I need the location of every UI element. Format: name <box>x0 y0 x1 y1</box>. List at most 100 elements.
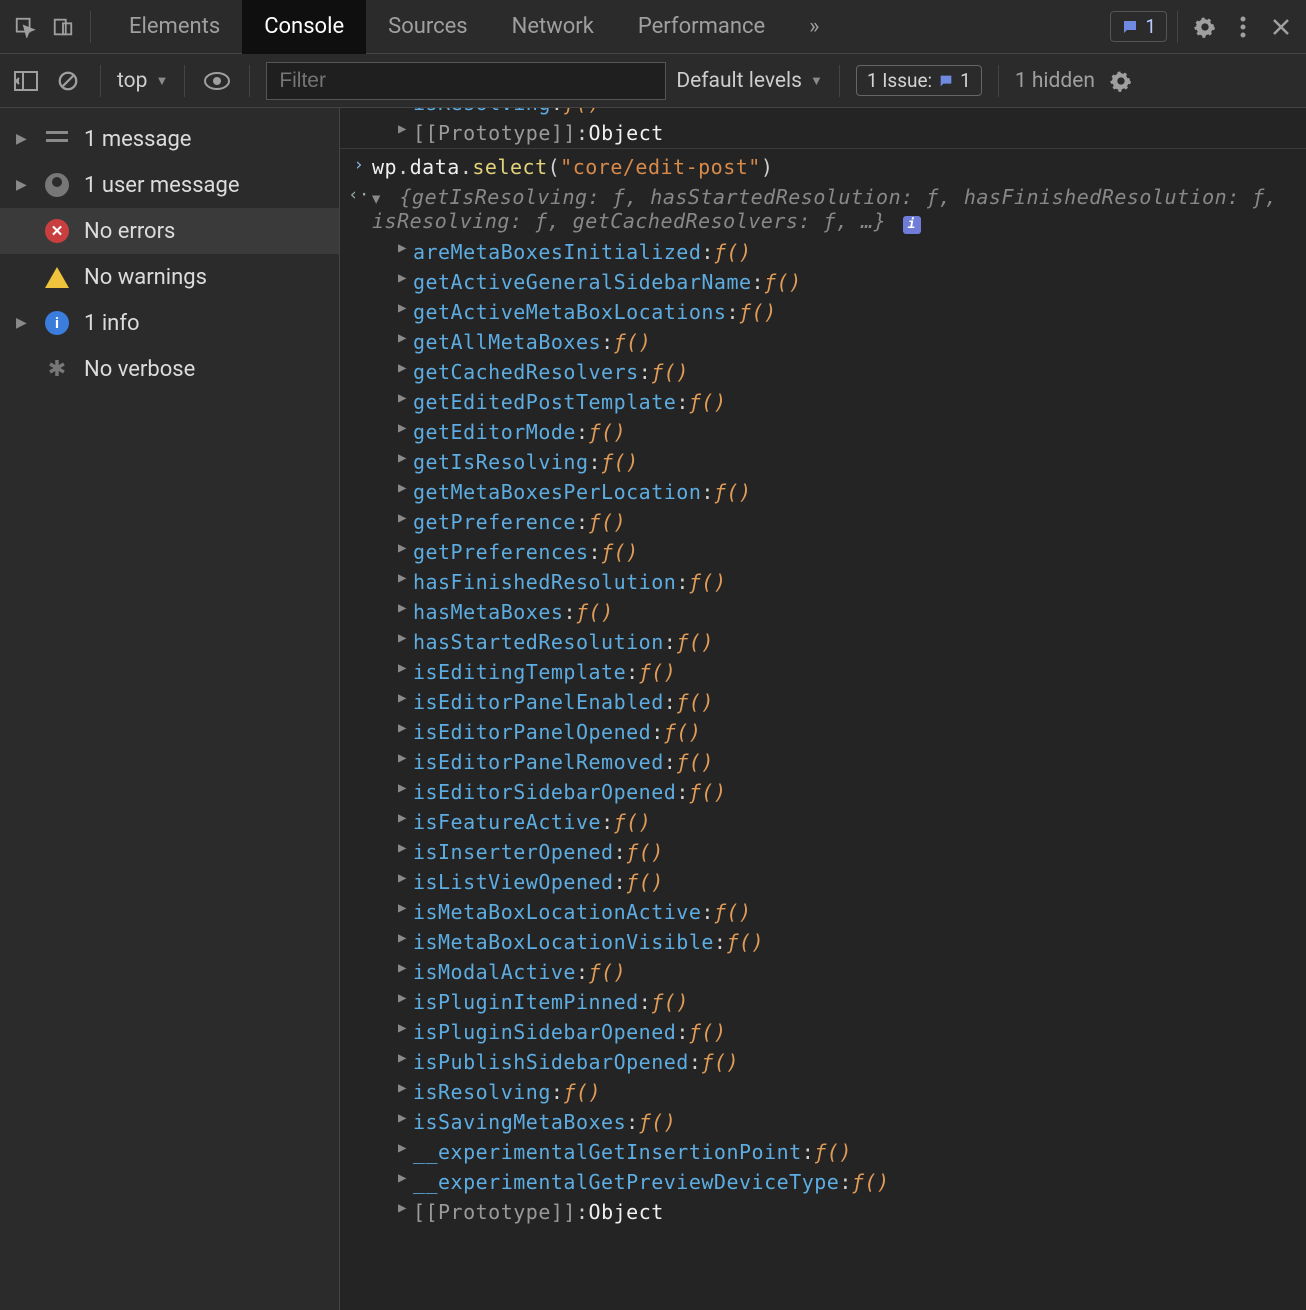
kebab-menu-icon[interactable] <box>1226 10 1260 44</box>
sidebar-toggle-icon[interactable] <box>10 65 42 97</box>
clear-console-icon[interactable] <box>52 65 84 97</box>
object-property-row[interactable]: ▶isFeatureActive: ƒ () <box>340 807 1306 837</box>
object-property-row[interactable]: ▶isEditingTemplate: ƒ () <box>340 657 1306 687</box>
tab-elements[interactable]: Elements <box>107 0 242 54</box>
object-property-row[interactable]: ▶isSavingMetaBoxes: ƒ () <box>340 1107 1306 1137</box>
console-result[interactable]: ‹· ▶ {getIsResolving: ƒ, hasStartedResol… <box>340 182 1306 237</box>
disclosure-triangle-icon[interactable]: ▶ <box>398 510 407 526</box>
object-property-row[interactable]: ▶isPluginSidebarOpened: ƒ () <box>340 1017 1306 1047</box>
device-toolbar-icon[interactable] <box>46 10 80 44</box>
object-property-row[interactable]: ▶ isResolving: ƒ () <box>340 108 1306 118</box>
settings-icon[interactable] <box>1188 10 1222 44</box>
sidebar-filter-item[interactable]: No warnings <box>0 254 339 300</box>
disclosure-triangle-icon[interactable]: ▶ <box>16 315 30 331</box>
disclosure-triangle-icon[interactable]: ▶ <box>398 360 407 376</box>
object-property-row[interactable]: ▶getCachedResolvers: ƒ () <box>340 357 1306 387</box>
messages-badge[interactable]: 1 <box>1110 11 1167 42</box>
object-property-row[interactable]: ▶isEditorSidebarOpened: ƒ () <box>340 777 1306 807</box>
object-property-row[interactable]: ▶isEditorPanelEnabled: ƒ () <box>340 687 1306 717</box>
object-property-row[interactable]: ▶areMetaBoxesInitialized: ƒ () <box>340 237 1306 267</box>
object-property-row[interactable]: ▶getActiveMetaBoxLocations: ƒ () <box>340 297 1306 327</box>
object-property-row[interactable]: ▶isMetaBoxLocationActive: ƒ () <box>340 897 1306 927</box>
object-property-row[interactable]: ▶isResolving: ƒ () <box>340 1077 1306 1107</box>
object-property-row[interactable]: ▶__experimentalGetInsertionPoint: ƒ () <box>340 1137 1306 1167</box>
tab-performance[interactable]: Performance <box>616 0 787 54</box>
object-property-row[interactable]: ▶getEditorMode: ƒ () <box>340 417 1306 447</box>
disclosure-triangle-icon[interactable]: ▶ <box>398 1200 407 1216</box>
disclosure-triangle-icon[interactable]: ▶ <box>398 1020 407 1036</box>
inspect-element-icon[interactable] <box>8 10 42 44</box>
object-property-row[interactable]: ▶getAllMetaBoxes: ƒ () <box>340 327 1306 357</box>
disclosure-triangle-icon[interactable]: ▶ <box>398 1170 407 1186</box>
disclosure-triangle-icon[interactable]: ▶ <box>398 960 407 976</box>
tab-network[interactable]: Network <box>490 0 616 54</box>
object-property-row[interactable]: ▶getIsResolving: ƒ () <box>340 447 1306 477</box>
context-selector[interactable]: top ▼ <box>117 69 168 93</box>
disclosure-triangle-icon[interactable]: ▶ <box>398 330 407 346</box>
disclosure-triangle-icon[interactable]: ▶ <box>398 720 407 736</box>
disclosure-triangle-icon[interactable]: ▶ <box>398 300 407 316</box>
disclosure-triangle-icon[interactable]: ▶ <box>398 600 407 616</box>
tab-console[interactable]: Console <box>242 0 366 54</box>
console-settings-icon[interactable] <box>1105 65 1137 97</box>
object-property-row[interactable]: ▶getActiveGeneralSidebarName: ƒ () <box>340 267 1306 297</box>
live-expression-icon[interactable] <box>201 65 233 97</box>
disclosure-triangle-icon[interactable]: ▶ <box>398 660 407 676</box>
disclosure-triangle-icon[interactable]: ▶ <box>16 177 30 193</box>
object-property-row[interactable]: ▶isEditorPanelOpened: ƒ () <box>340 717 1306 747</box>
object-property-row[interactable]: ▶isInserterOpened: ƒ () <box>340 837 1306 867</box>
disclosure-triangle-icon[interactable]: ▶ <box>398 420 407 436</box>
object-property-row[interactable]: ▶isEditorPanelRemoved: ƒ () <box>340 747 1306 777</box>
object-prototype-row[interactable]: ▶ [[Prototype]]: Object <box>340 118 1306 148</box>
tab-overflow[interactable]: » <box>787 0 839 54</box>
object-property-row[interactable]: ▶isListViewOpened: ƒ () <box>340 867 1306 897</box>
sidebar-filter-item[interactable]: ▶1 user message <box>0 162 339 208</box>
disclosure-triangle-icon[interactable]: ▶ <box>398 121 407 137</box>
disclosure-triangle-icon[interactable]: ▶ <box>398 870 407 886</box>
object-property-row[interactable]: ▶hasFinishedResolution: ƒ () <box>340 567 1306 597</box>
sidebar-filter-item[interactable]: ▶i1 info <box>0 300 339 346</box>
disclosure-triangle-icon[interactable]: ▶ <box>398 900 407 916</box>
disclosure-triangle-icon[interactable]: ▶ <box>398 540 407 556</box>
disclosure-triangle-icon[interactable]: ▶ <box>398 990 407 1006</box>
object-property-row[interactable]: ▶getEditedPostTemplate: ƒ () <box>340 387 1306 417</box>
disclosure-triangle-icon[interactable]: ▶ <box>398 450 407 466</box>
disclosure-triangle-icon[interactable]: ▶ <box>398 390 407 406</box>
object-property-row[interactable]: ▶getPreferences: ƒ () <box>340 537 1306 567</box>
tab-sources[interactable]: Sources <box>366 0 490 54</box>
hidden-count[interactable]: 1 hidden <box>1015 69 1095 93</box>
filter-input[interactable] <box>266 62 666 100</box>
disclosure-triangle-icon[interactable]: ▶ <box>398 750 407 766</box>
object-property-row[interactable]: ▶hasStartedResolution: ƒ () <box>340 627 1306 657</box>
object-property-row[interactable]: ▶getPreference: ƒ () <box>340 507 1306 537</box>
object-property-row[interactable]: ▶__experimentalGetPreviewDeviceType: ƒ (… <box>340 1167 1306 1197</box>
disclosure-triangle-icon[interactable]: ▶ <box>398 240 407 256</box>
disclosure-triangle-icon[interactable]: ▶ <box>398 630 407 646</box>
disclosure-triangle-icon[interactable]: ▶ <box>398 1140 407 1156</box>
disclosure-triangle-icon[interactable]: ▶ <box>398 690 407 706</box>
object-property-row[interactable]: ▶isPublishSidebarOpened: ƒ () <box>340 1047 1306 1077</box>
object-property-row[interactable]: ▶isMetaBoxLocationVisible: ƒ () <box>340 927 1306 957</box>
disclosure-triangle-icon[interactable]: ▶ <box>398 1080 407 1096</box>
sidebar-filter-item[interactable]: ✕No errors <box>0 208 339 254</box>
disclosure-triangle-icon[interactable]: ▶ <box>398 1110 407 1126</box>
disclosure-triangle-icon[interactable]: ▶ <box>368 196 384 205</box>
object-property-row[interactable]: ▶hasMetaBoxes: ƒ () <box>340 597 1306 627</box>
disclosure-triangle-icon[interactable]: ▶ <box>398 840 407 856</box>
log-levels-selector[interactable]: Default levels ▼ <box>676 69 823 93</box>
disclosure-triangle-icon[interactable]: ▶ <box>398 930 407 946</box>
issues-badge[interactable]: 1 Issue: 1 <box>856 65 982 96</box>
info-chip-icon[interactable]: i <box>903 216 921 234</box>
disclosure-triangle-icon[interactable]: ▶ <box>398 1050 407 1066</box>
disclosure-triangle-icon[interactable]: ▶ <box>398 780 407 796</box>
object-property-row[interactable]: ▶getMetaBoxesPerLocation: ƒ () <box>340 477 1306 507</box>
disclosure-triangle-icon[interactable]: ▶ <box>398 480 407 496</box>
close-icon[interactable] <box>1264 10 1298 44</box>
disclosure-triangle-icon[interactable]: ▶ <box>16 131 30 147</box>
disclosure-triangle-icon[interactable]: ▶ <box>398 570 407 586</box>
disclosure-triangle-icon[interactable]: ▶ <box>398 810 407 826</box>
sidebar-filter-item[interactable]: ▶1 message <box>0 116 339 162</box>
object-prototype-row[interactable]: ▶ [[Prototype]]: Object <box>340 1197 1306 1227</box>
sidebar-filter-item[interactable]: No verbose <box>0 346 339 392</box>
object-property-row[interactable]: ▶isModalActive: ƒ () <box>340 957 1306 987</box>
